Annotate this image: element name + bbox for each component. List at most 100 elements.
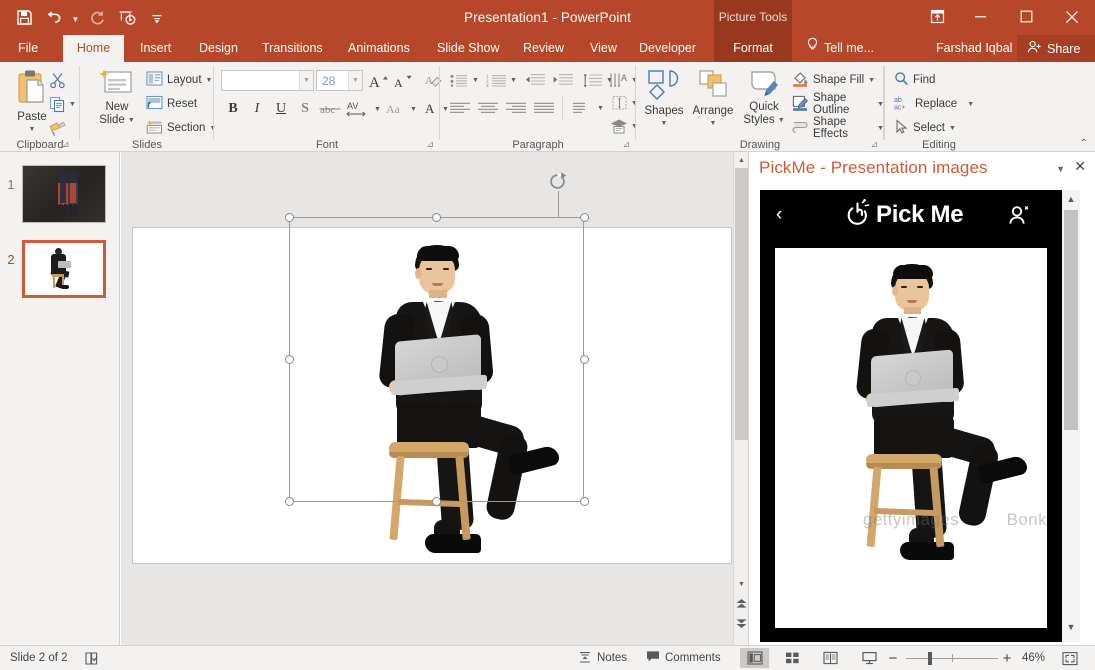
paste-dropdown-icon[interactable]: ▼ — [29, 126, 36, 133]
quick-styles-button[interactable]: Quick Styles ▼ — [738, 68, 790, 127]
change-case-button[interactable]: Aa — [384, 98, 408, 120]
resize-handle-n[interactable] — [432, 213, 441, 222]
reset-button[interactable]: Reset — [146, 94, 197, 114]
tab-transitions[interactable]: Transitions — [252, 35, 333, 62]
numbering-icon[interactable]: 123 — [484, 70, 508, 90]
scroll-down-icon[interactable]: ▼ — [1062, 618, 1080, 636]
resize-handle-s[interactable] — [432, 497, 441, 506]
shape-effects-button[interactable]: Shape Effects ▼ — [792, 116, 884, 140]
resize-handle-w[interactable] — [285, 355, 294, 364]
slide-sorter-view-button[interactable] — [778, 648, 807, 668]
font-name-dropdown-icon[interactable]: ▼ — [299, 71, 313, 90]
scrollbar-thumb[interactable] — [1064, 210, 1078, 430]
character-spacing-button[interactable]: AV — [344, 98, 372, 120]
reading-view-button[interactable] — [816, 648, 845, 668]
align-left-icon[interactable] — [448, 98, 472, 118]
justify-icon[interactable] — [532, 98, 556, 118]
select-button[interactable]: Select ▼ — [894, 118, 956, 138]
share-button[interactable]: Share — [1017, 35, 1095, 62]
align-text-icon[interactable] — [608, 93, 632, 113]
font-name-input[interactable]: ▼ — [221, 70, 314, 91]
cut-icon[interactable] — [46, 70, 68, 90]
task-pane-menu-icon[interactable]: ▼ — [1056, 164, 1065, 174]
shape-fill-button[interactable]: Shape Fill ▼ — [792, 70, 875, 90]
bullets-icon[interactable] — [448, 70, 470, 90]
copy-dropdown-icon[interactable]: ▼ — [69, 101, 76, 108]
clipboard-dialog-launcher[interactable]: ⊿ — [62, 139, 70, 150]
columns-icon[interactable] — [570, 98, 594, 118]
scroll-up-icon[interactable]: ▲ — [734, 152, 749, 168]
tab-view[interactable]: View — [580, 35, 627, 62]
tab-insert[interactable]: Insert — [130, 35, 181, 62]
resize-handle-ne[interactable] — [580, 213, 589, 222]
replace-dropdown-icon[interactable]: ▼ — [967, 101, 974, 108]
section-button[interactable]: Section ▼ — [146, 118, 216, 138]
zoom-level-label[interactable]: 46% — [1022, 646, 1045, 670]
next-slide-button[interactable] — [734, 615, 749, 632]
underline-button[interactable]: U — [270, 98, 292, 120]
account-name[interactable]: Farshad Iqbal — [936, 35, 1012, 62]
zoom-slider-thumb[interactable] — [928, 652, 932, 665]
layout-dropdown-icon[interactable]: ▼ — [206, 77, 213, 84]
font-size-input[interactable]: 28 ▼ — [316, 70, 363, 91]
scrollbar-thumb[interactable] — [735, 168, 748, 440]
tab-review[interactable]: Review — [513, 35, 574, 62]
tab-home[interactable]: Home — [63, 35, 124, 62]
shape-outline-button[interactable]: Shape Outline ▼ — [792, 92, 884, 116]
strikethrough-button[interactable]: abc — [318, 98, 344, 120]
undo-icon[interactable] — [40, 5, 68, 31]
align-center-icon[interactable] — [476, 98, 500, 118]
align-right-icon[interactable] — [504, 98, 528, 118]
new-slide-button[interactable]: New Slide ▼ — [92, 68, 142, 127]
task-pane-close-icon[interactable]: ✕ — [1074, 158, 1086, 175]
close-icon[interactable] — [1049, 0, 1095, 33]
quick-styles-dropdown-icon[interactable]: ▼ — [778, 117, 785, 124]
scroll-down-icon[interactable]: ▼ — [734, 576, 749, 592]
increase-font-size-icon[interactable]: A — [368, 70, 390, 91]
convert-to-smartart-icon[interactable] — [608, 116, 632, 136]
slide-area-scrollbar[interactable]: ▲ ▼ — [733, 152, 749, 645]
user-account-icon[interactable] — [1008, 204, 1030, 231]
decrease-indent-icon[interactable] — [522, 70, 546, 90]
resize-handle-e[interactable] — [580, 355, 589, 364]
line-spacing-icon[interactable] — [580, 70, 604, 90]
tab-animations[interactable]: Animations — [338, 35, 420, 62]
tab-design[interactable]: Design — [189, 35, 248, 62]
resize-handle-se[interactable] — [580, 497, 589, 506]
resize-handle-nw[interactable] — [285, 213, 294, 222]
character-spacing-dropdown-icon[interactable]: ▼ — [374, 106, 381, 113]
scroll-up-icon[interactable]: ▲ — [1062, 190, 1080, 208]
comments-button[interactable]: Comments — [646, 646, 721, 670]
paragraph-dialog-launcher[interactable]: ⊿ — [622, 139, 630, 150]
select-dropdown-icon[interactable]: ▼ — [949, 125, 956, 132]
customize-qat-icon[interactable] — [143, 5, 171, 31]
drawing-dialog-launcher[interactable]: ⊿ — [870, 139, 878, 150]
change-case-dropdown-icon[interactable]: ▼ — [410, 106, 417, 113]
collapse-ribbon-icon[interactable]: ⌃ — [1080, 138, 1088, 149]
thumbnail-preview[interactable] — [22, 165, 106, 223]
replace-button[interactable]: ab ac Replace ▼ — [894, 94, 974, 114]
resize-handle-sw[interactable] — [285, 497, 294, 506]
image-selection-box[interactable] — [289, 217, 584, 502]
text-shadow-button[interactable]: S — [294, 98, 316, 120]
tab-format[interactable]: Format — [714, 35, 792, 62]
redo-icon[interactable] — [83, 5, 111, 31]
bullets-dropdown-icon[interactable]: ▼ — [472, 77, 479, 84]
find-button[interactable]: Find — [894, 70, 935, 90]
text-direction-icon[interactable]: A — [608, 70, 632, 90]
slide-indicator[interactable]: Slide 2 of 2 — [10, 646, 68, 670]
back-chevron-icon[interactable]: ‹ — [776, 204, 782, 226]
notes-button[interactable]: Notes — [578, 646, 627, 670]
previous-slide-button[interactable] — [734, 595, 749, 612]
arrange-dropdown-icon[interactable]: ▼ — [710, 120, 717, 127]
tab-developer[interactable]: Developer — [629, 35, 706, 62]
maximize-icon[interactable] — [1003, 0, 1049, 33]
normal-view-button[interactable] — [740, 648, 769, 668]
slide-editing-canvas[interactable]: ▲ ▼ — [121, 152, 749, 645]
thumbnail-item-2[interactable]: 2 — [0, 240, 120, 298]
bold-button[interactable]: B — [222, 98, 244, 120]
rotate-handle-icon[interactable] — [548, 171, 570, 193]
italic-button[interactable]: I — [246, 98, 268, 120]
columns-dropdown-icon[interactable]: ▼ — [597, 105, 604, 112]
thumbnail-item-1[interactable]: 1 — [0, 165, 120, 223]
